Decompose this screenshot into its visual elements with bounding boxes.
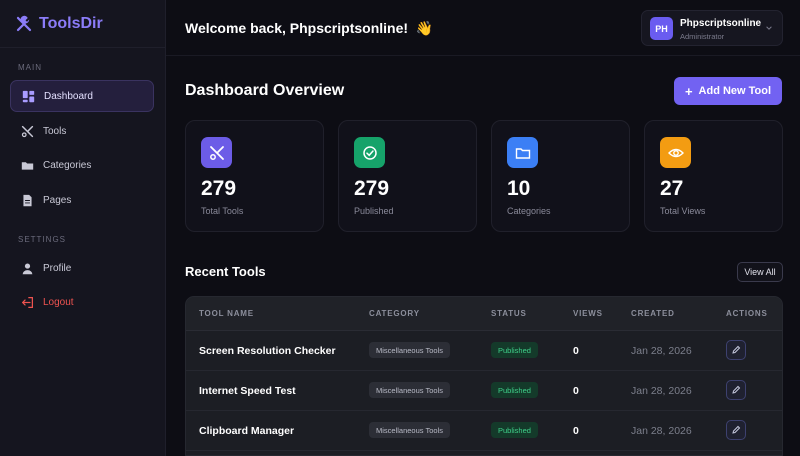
created-date: Jan 28, 2026	[631, 425, 692, 437]
file-icon	[23, 194, 32, 206]
stat-label: Published	[354, 206, 394, 216]
edit-button[interactable]	[726, 380, 746, 400]
tools-icon	[21, 125, 34, 137]
column-header-actions: ACTIONS	[726, 309, 768, 318]
stat-value: 279	[354, 177, 390, 200]
tool-name[interactable]: Screen Resolution Checker	[199, 345, 336, 357]
brand-name: ToolsDir	[39, 14, 103, 32]
stat-label: Total Views	[660, 206, 706, 216]
pencil-icon	[732, 425, 741, 434]
pencil-icon	[732, 385, 741, 394]
add-new-tool-button[interactable]: + Add New Tool	[674, 77, 782, 105]
view-all-button[interactable]: View All	[737, 262, 783, 282]
sidebar-item-label: Categories	[43, 159, 92, 171]
topbar: Welcome back, Phpscriptsonline! 👋 PH Php…	[166, 0, 800, 56]
main-content: Welcome back, Phpscriptsonline! 👋 PH Php…	[166, 0, 800, 456]
welcome-text: Welcome back, Phpscriptsonline!	[185, 20, 409, 36]
check-circle-icon	[362, 145, 377, 160]
sidebar-item-label: Tools	[43, 125, 67, 137]
column-header-views[interactable]: VIEWS	[573, 309, 603, 318]
views-count: 0	[573, 425, 579, 437]
sidebar-item-profile[interactable]: Profile	[10, 252, 154, 284]
sidebar-item-categories[interactable]: Categories	[10, 149, 154, 181]
stat-icon-box	[354, 137, 385, 168]
sidebar-item-label: Dashboard	[44, 90, 93, 102]
recent-tools-title: Recent Tools	[185, 264, 266, 279]
add-button-label: Add New Tool	[698, 85, 772, 97]
brand[interactable]: ToolsDir	[0, 0, 165, 48]
tool-name[interactable]: Clipboard Manager	[199, 425, 294, 437]
created-date: Jan 28, 2026	[631, 385, 692, 397]
tools-icon	[209, 145, 224, 160]
table-row[interactable]: Internet Speed Test Miscellaneous Tools …	[186, 371, 782, 411]
recent-tools-table: TOOL NAME CATEGORY STATUS VIEWS CREATED …	[185, 296, 783, 456]
avatar: PH	[650, 17, 673, 40]
category-badge: Miscellaneous Tools	[369, 382, 450, 398]
created-date: Jan 28, 2026	[631, 345, 692, 357]
status-badge: Published	[491, 422, 538, 438]
views-count: 0	[573, 385, 579, 397]
dashboard-icon	[22, 90, 35, 102]
stat-card-total-tools: 279 Total Tools	[185, 120, 324, 232]
stat-icon-box	[507, 137, 538, 168]
table-header: TOOL NAME CATEGORY STATUS VIEWS CREATED …	[186, 297, 782, 331]
section-label-main: MAIN	[18, 63, 42, 72]
tool-name[interactable]: Internet Speed Test	[199, 385, 296, 397]
stat-card-categories: 10 Categories	[491, 120, 630, 232]
user-role: Administrator	[680, 32, 725, 41]
page-title: Dashboard Overview	[185, 82, 345, 99]
stat-value: 279	[201, 177, 237, 200]
folder-icon	[21, 161, 34, 170]
user-icon	[22, 262, 33, 274]
sidebar-item-label: Logout	[43, 296, 74, 308]
category-badge: Miscellaneous Tools	[369, 342, 450, 358]
sidebar-item-label: Pages	[43, 194, 72, 206]
stat-icon-box	[201, 137, 232, 168]
edit-button[interactable]	[726, 420, 746, 440]
stat-value: 10	[507, 177, 531, 200]
column-header-category[interactable]: CATEGORY	[369, 309, 420, 318]
wave-emoji-icon: 👋	[415, 20, 434, 36]
logout-icon	[22, 296, 33, 308]
stat-value: 27	[660, 177, 684, 200]
column-header-tool-name[interactable]: TOOL NAME	[199, 309, 254, 318]
stat-card-total-views: 27 Total Views	[644, 120, 783, 232]
status-badge: Published	[491, 342, 538, 358]
category-badge: Miscellaneous Tools	[369, 422, 450, 438]
stat-icon-box	[660, 137, 691, 168]
user-menu[interactable]: PH Phpscriptsonline Administrator	[641, 10, 783, 46]
chevron-down-icon	[766, 26, 772, 30]
plus-icon: +	[684, 83, 693, 99]
folder-icon	[515, 147, 530, 159]
welcome-message: Welcome back, Phpscriptsonline! 👋	[185, 20, 433, 37]
tools-icon	[16, 15, 32, 31]
sidebar-item-dashboard[interactable]: Dashboard	[10, 80, 154, 112]
column-header-created[interactable]: CREATED	[631, 309, 675, 318]
sidebar-item-tools[interactable]: Tools	[10, 115, 154, 147]
views-count: 0	[573, 345, 579, 357]
eye-icon	[667, 148, 684, 157]
stat-card-published: 279 Published	[338, 120, 477, 232]
status-badge: Published	[491, 382, 538, 398]
sidebar-item-label: Profile	[43, 262, 72, 274]
pencil-icon	[732, 345, 741, 354]
edit-button[interactable]	[726, 340, 746, 360]
stat-label: Categories	[507, 206, 551, 216]
stat-label: Total Tools	[201, 206, 244, 216]
table-row[interactable]: Screen Resolution Checker Miscellaneous …	[186, 331, 782, 371]
sidebar-item-logout[interactable]: Logout	[10, 286, 154, 318]
sidebar: ToolsDir MAIN Dashboard Tools Categories…	[0, 0, 166, 456]
table-row[interactable]: Clipboard Manager Miscellaneous Tools Pu…	[186, 411, 782, 451]
user-name: Phpscriptsonline	[680, 18, 762, 29]
section-label-settings: SETTINGS	[18, 235, 67, 244]
column-header-status[interactable]: STATUS	[491, 309, 527, 318]
sidebar-item-pages[interactable]: Pages	[10, 184, 154, 216]
